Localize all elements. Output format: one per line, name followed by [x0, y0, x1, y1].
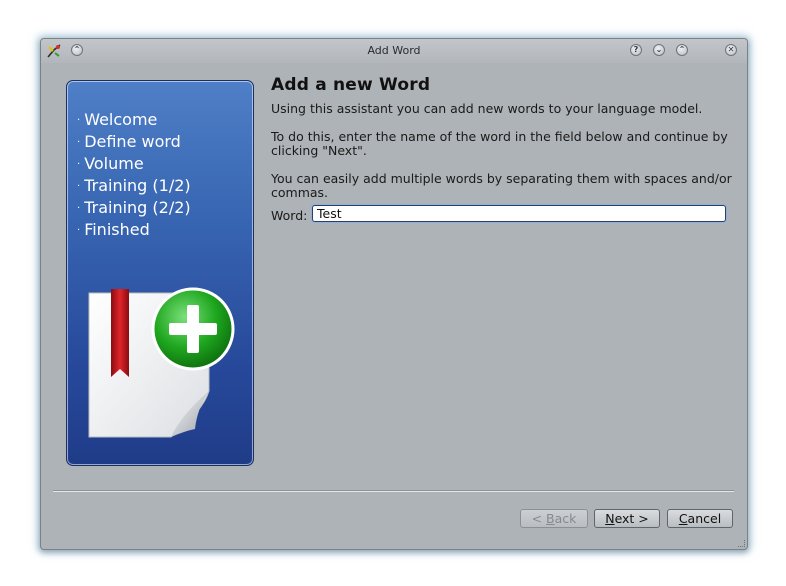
word-input[interactable]: [312, 205, 726, 222]
back-button[interactable]: < Back: [520, 509, 588, 528]
hint-text: You can easily add multiple words by sep…: [271, 171, 732, 200]
add-document-icon: [88, 287, 235, 438]
step-list: · Welcome · Define word · Volume · Training …: [77, 109, 191, 241]
chevron-up-icon: ⌃: [678, 45, 686, 54]
word-label: Word:: [271, 208, 308, 223]
step-define-word: · Define word: [77, 132, 181, 151]
title-bar[interactable]: ⌃ Add Word ? ⌄ ⌃ ✕: [41, 39, 747, 63]
step-training-2: · Training (2/2): [77, 198, 191, 217]
minimize-button[interactable]: ⌄: [653, 44, 665, 56]
help-icon: ?: [633, 45, 639, 54]
step-volume: · Volume: [77, 154, 144, 173]
step-finished: · Finished: [77, 220, 150, 239]
add-word-dialog: ⌃ Add Word ? ⌄ ⌃ ✕ · Welcome · Define word…: [40, 38, 748, 550]
page-title: Add a new Word: [271, 75, 431, 95]
next-button[interactable]: Next >: [594, 509, 660, 528]
button-separator: [53, 490, 734, 492]
intro-text: Using this assistant you can add new wor…: [271, 101, 703, 116]
step-training-1: · Training (1/2): [77, 176, 191, 195]
resize-grip[interactable]: [738, 540, 745, 547]
chevron-down-icon: ⌄: [655, 45, 663, 54]
maximize-button[interactable]: ⌃: [676, 44, 688, 56]
cancel-button[interactable]: Cancel: [667, 509, 733, 528]
help-button[interactable]: ?: [630, 44, 642, 56]
close-button[interactable]: ✕: [725, 44, 737, 56]
wizard-steps-panel: · Welcome · Define word · Volume · Training …: [66, 80, 254, 466]
instructions-text: To do this, enter the name of the word i…: [271, 129, 728, 158]
close-icon: ✕: [727, 45, 735, 54]
step-welcome: · Welcome: [77, 110, 158, 129]
